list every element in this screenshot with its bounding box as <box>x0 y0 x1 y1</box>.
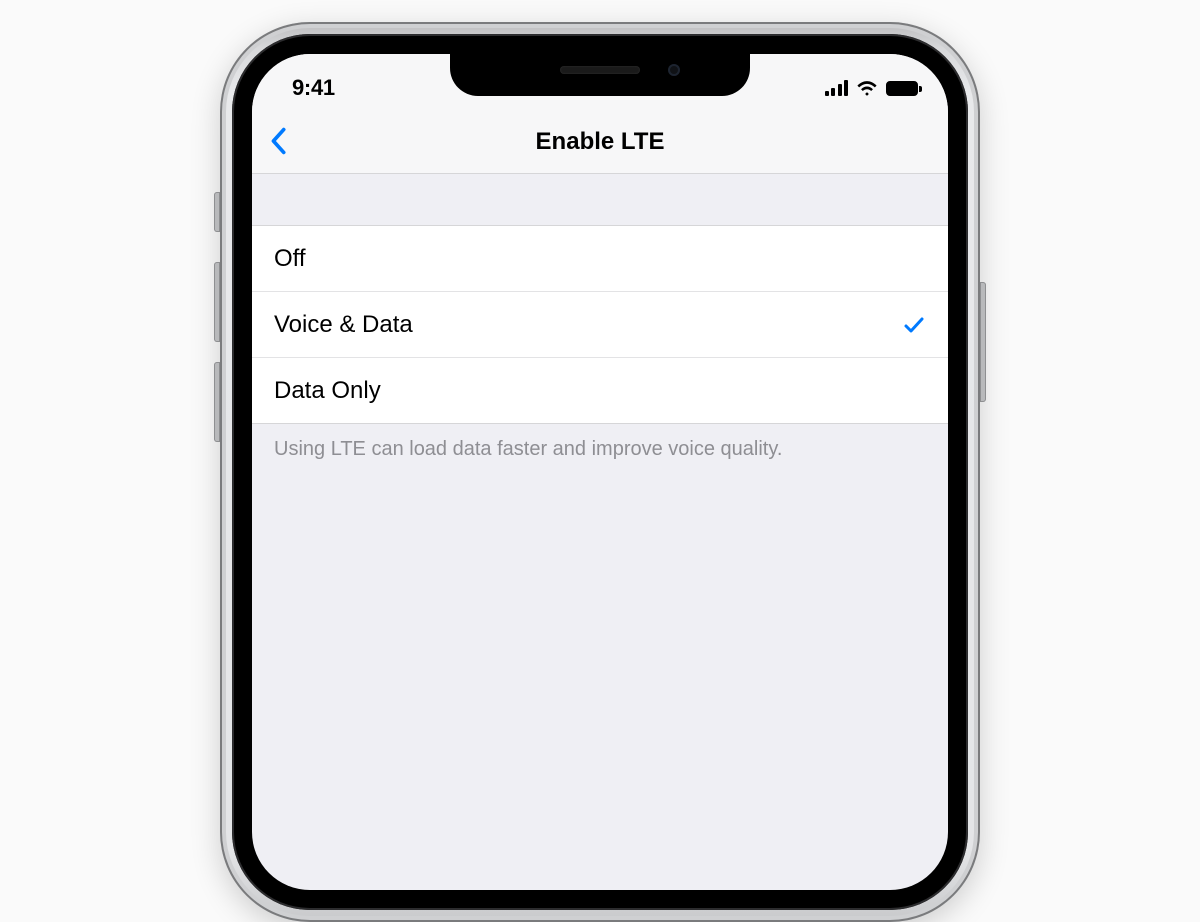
navigation-bar: Enable LTE <box>252 110 948 174</box>
page-title: Enable LTE <box>252 128 948 156</box>
option-label: Data Only <box>274 377 381 405</box>
lte-options-list: Off Voice & Data Data Only <box>252 226 948 424</box>
status-time: 9:41 <box>292 75 335 101</box>
checkmark-icon <box>902 313 926 337</box>
front-camera <box>668 64 680 76</box>
battery-icon <box>886 81 918 96</box>
option-label: Off <box>274 245 306 273</box>
phone-screen: 9:41 <box>252 54 948 890</box>
earpiece-speaker <box>560 66 640 74</box>
silent-switch <box>214 192 220 232</box>
status-indicators <box>825 80 919 96</box>
option-voice-and-data[interactable]: Voice & Data <box>252 292 948 358</box>
phone-bezel: 9:41 <box>232 34 968 910</box>
back-button[interactable] <box>270 127 290 157</box>
volume-down-button <box>214 362 220 442</box>
option-data-only[interactable]: Data Only <box>252 358 948 424</box>
section-header-spacer <box>252 174 948 226</box>
option-label: Voice & Data <box>274 311 413 339</box>
section-footer-text: Using LTE can load data faster and impro… <box>252 424 948 461</box>
cellular-signal-icon <box>825 80 849 96</box>
volume-up-button <box>214 262 220 342</box>
display-notch <box>450 54 750 96</box>
phone-frame: 9:41 <box>220 22 980 922</box>
option-off[interactable]: Off <box>252 226 948 292</box>
wifi-icon <box>856 80 878 96</box>
side-button <box>980 282 986 402</box>
